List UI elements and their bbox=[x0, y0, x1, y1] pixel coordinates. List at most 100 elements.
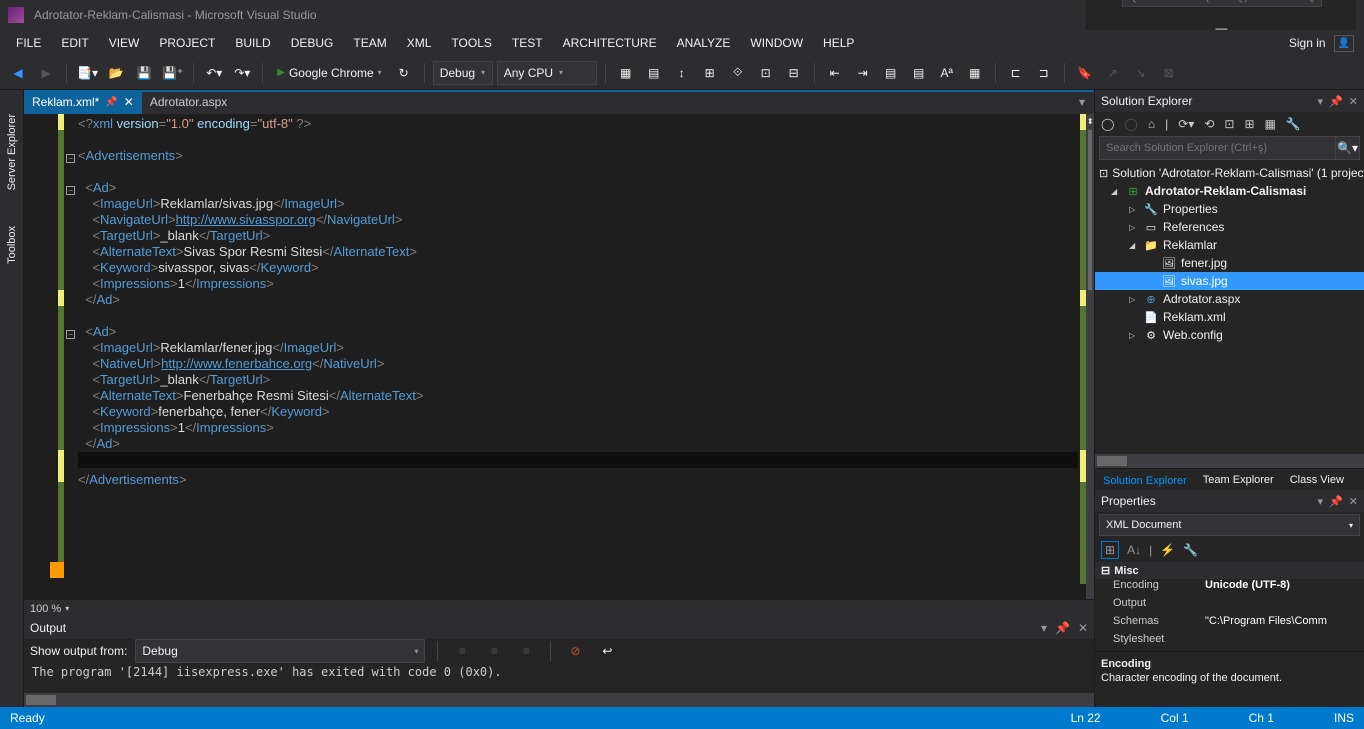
file-node-selected[interactable]: 🖼sivas.jpg bbox=[1095, 272, 1364, 290]
alphabetical-icon[interactable]: A↓ bbox=[1127, 543, 1141, 557]
tool-icon[interactable]: ↕ bbox=[670, 61, 694, 85]
tab-reklam-xml[interactable]: Reklam.xml* 📌 ✕ bbox=[24, 90, 142, 114]
tab-class-view[interactable]: Class View bbox=[1282, 471, 1352, 489]
close-tab-icon[interactable]: ✕ bbox=[124, 95, 134, 109]
menu-debug[interactable]: DEBUG bbox=[281, 32, 344, 54]
tool-icon[interactable]: ▦ bbox=[614, 61, 638, 85]
property-category[interactable]: ⊟Misc bbox=[1095, 562, 1364, 579]
solution-explorer-scrollbar[interactable] bbox=[1095, 454, 1364, 468]
dropdown-icon[interactable]: ▾ bbox=[1318, 95, 1324, 108]
tool-icon[interactable]: ⊡ bbox=[1224, 117, 1234, 131]
tool-icon[interactable]: ⟳▾ bbox=[1178, 117, 1194, 131]
tab-overflow-icon[interactable]: ▾ bbox=[1070, 90, 1094, 114]
properties-icon[interactable]: 🔧 bbox=[1286, 117, 1301, 131]
outdent-icon[interactable]: ⇥ bbox=[851, 61, 875, 85]
menu-help[interactable]: HELP bbox=[813, 32, 864, 54]
nav-back-button[interactable]: ◀ bbox=[6, 61, 30, 85]
home-icon[interactable]: ⌂ bbox=[1148, 117, 1155, 131]
close-icon[interactable]: ✕ bbox=[1349, 495, 1358, 508]
folder-node[interactable]: ◢📁Reklamlar bbox=[1095, 236, 1364, 254]
search-icon[interactable]: 🔍▾ bbox=[1336, 136, 1360, 160]
file-node[interactable]: ▷⊕Adrotator.aspx bbox=[1095, 290, 1364, 308]
tool-icon[interactable]: ⊞ bbox=[698, 61, 722, 85]
back-icon[interactable]: ◯ bbox=[1101, 117, 1114, 131]
uncomment-icon[interactable]: ▤ bbox=[907, 61, 931, 85]
bookmark-icon[interactable]: 🔖 bbox=[1073, 61, 1097, 85]
indent-icon[interactable]: ⇤ bbox=[823, 61, 847, 85]
tab-adrotator-aspx[interactable]: Adrotator.aspx bbox=[142, 90, 235, 114]
tool-icon[interactable]: ⊡ bbox=[754, 61, 778, 85]
file-node[interactable]: 📄Reklam.xml bbox=[1095, 308, 1364, 326]
solution-node[interactable]: ⊡Solution 'Adrotator-Reklam-Calismasi' (… bbox=[1095, 164, 1364, 182]
project-node[interactable]: ◢⊞Adrotator-Reklam-Calismasi bbox=[1095, 182, 1364, 200]
config-dropdown[interactable]: Debug▾ bbox=[433, 61, 493, 85]
sign-in-link[interactable]: Sign in bbox=[1289, 36, 1326, 50]
tool-icon[interactable]: ▤ bbox=[642, 61, 666, 85]
new-project-button[interactable]: 📑▾ bbox=[75, 61, 100, 85]
close-icon[interactable]: ✕ bbox=[1078, 621, 1088, 635]
menu-edit[interactable]: EDIT bbox=[51, 32, 98, 54]
tool-icon[interactable]: ↗ bbox=[1101, 61, 1125, 85]
menu-tools[interactable]: TOOLS bbox=[441, 32, 501, 54]
clear-output-icon[interactable]: ⊘ bbox=[563, 639, 587, 663]
toolbox-tab[interactable]: Toolbox bbox=[6, 226, 18, 264]
property-row[interactable]: Stylesheet bbox=[1095, 633, 1364, 651]
platform-dropdown[interactable]: Any CPU▾ bbox=[497, 61, 597, 85]
property-row[interactable]: EncodingUnicode (UTF-8) bbox=[1095, 579, 1364, 597]
save-button[interactable]: 💾 bbox=[132, 61, 156, 85]
output-tool-icon[interactable]: ≡ bbox=[514, 639, 538, 663]
dropdown-icon[interactable]: ▾ bbox=[1318, 495, 1324, 508]
menu-window[interactable]: WINDOW bbox=[740, 32, 813, 54]
comment-icon[interactable]: ▤ bbox=[879, 61, 903, 85]
properties-node[interactable]: ▷🔧Properties bbox=[1095, 200, 1364, 218]
undo-button[interactable]: ↶▾ bbox=[202, 61, 226, 85]
menu-team[interactable]: TEAM bbox=[343, 32, 396, 54]
tab-solution-explorer[interactable]: Solution Explorer bbox=[1095, 470, 1195, 490]
user-icon[interactable]: 👤 bbox=[1334, 35, 1354, 52]
tool-icon[interactable]: ▦ bbox=[963, 61, 987, 85]
output-source-dropdown[interactable]: Debug▾ bbox=[135, 639, 425, 663]
menu-project[interactable]: PROJECT bbox=[149, 32, 225, 54]
nav-fwd-button[interactable]: ▶ bbox=[34, 61, 58, 85]
pin-icon[interactable]: 📌 bbox=[1329, 495, 1343, 508]
tab-team-explorer[interactable]: Team Explorer bbox=[1195, 471, 1282, 489]
property-row[interactable]: Schemas"C:\Program Files\Comm bbox=[1095, 615, 1364, 633]
menu-build[interactable]: BUILD bbox=[225, 32, 280, 54]
tool-icon[interactable]: ⊏ bbox=[1004, 61, 1028, 85]
start-debug-button[interactable]: ▶Google Chrome▾ bbox=[271, 61, 387, 85]
fwd-icon[interactable]: ◯ bbox=[1124, 117, 1137, 131]
toggle-wrap-icon[interactable]: ↩ bbox=[595, 639, 619, 663]
code-editor[interactable]: − − − <?xml version="1.0" encoding="utf-… bbox=[24, 114, 1094, 599]
solution-search-input[interactable] bbox=[1099, 136, 1336, 160]
file-node[interactable]: 🖼fener.jpg bbox=[1095, 254, 1364, 272]
output-tool-icon[interactable]: ≡ bbox=[482, 639, 506, 663]
tool-icon[interactable]: ⊟ bbox=[782, 61, 806, 85]
menu-test[interactable]: TEST bbox=[502, 32, 553, 54]
menu-architecture[interactable]: ARCHITECTURE bbox=[553, 32, 667, 54]
prop-pages-icon[interactable]: 🔧 bbox=[1183, 543, 1198, 557]
server-explorer-tab[interactable]: Server Explorer bbox=[6, 114, 18, 190]
menu-view[interactable]: VIEW bbox=[99, 32, 150, 54]
tool-icon[interactable]: ⊞ bbox=[1244, 117, 1254, 131]
references-node[interactable]: ▷▭References bbox=[1095, 218, 1364, 236]
tool-icon[interactable]: ↘ bbox=[1129, 61, 1153, 85]
dropdown-icon[interactable]: ▾ bbox=[1041, 621, 1047, 635]
close-icon[interactable]: ✕ bbox=[1349, 95, 1358, 108]
menu-file[interactable]: FILE bbox=[6, 32, 51, 54]
text-icon[interactable]: Aª bbox=[935, 61, 959, 85]
save-all-button[interactable]: 💾⁺ bbox=[160, 61, 185, 85]
property-row[interactable]: Output bbox=[1095, 597, 1364, 615]
pin-icon[interactable]: 📌 bbox=[1329, 95, 1343, 108]
horizontal-scrollbar[interactable] bbox=[24, 693, 1094, 707]
zoom-level[interactable]: 100 % bbox=[30, 603, 61, 615]
tool-icon[interactable]: ⊠ bbox=[1157, 61, 1181, 85]
properties-object-dropdown[interactable]: XML Document▾ bbox=[1099, 514, 1360, 536]
output-tool-icon[interactable]: ≡ bbox=[450, 639, 474, 663]
tool-icon[interactable]: ⊐ bbox=[1032, 61, 1056, 85]
events-icon[interactable]: ⚡ bbox=[1160, 543, 1175, 557]
open-file-button[interactable]: 📂 bbox=[104, 61, 128, 85]
browser-refresh-button[interactable]: ↻ bbox=[392, 61, 416, 85]
menu-xml[interactable]: XML bbox=[397, 32, 442, 54]
refresh-icon[interactable]: ⟲ bbox=[1204, 117, 1214, 131]
menu-analyze[interactable]: ANALYZE bbox=[667, 32, 741, 54]
